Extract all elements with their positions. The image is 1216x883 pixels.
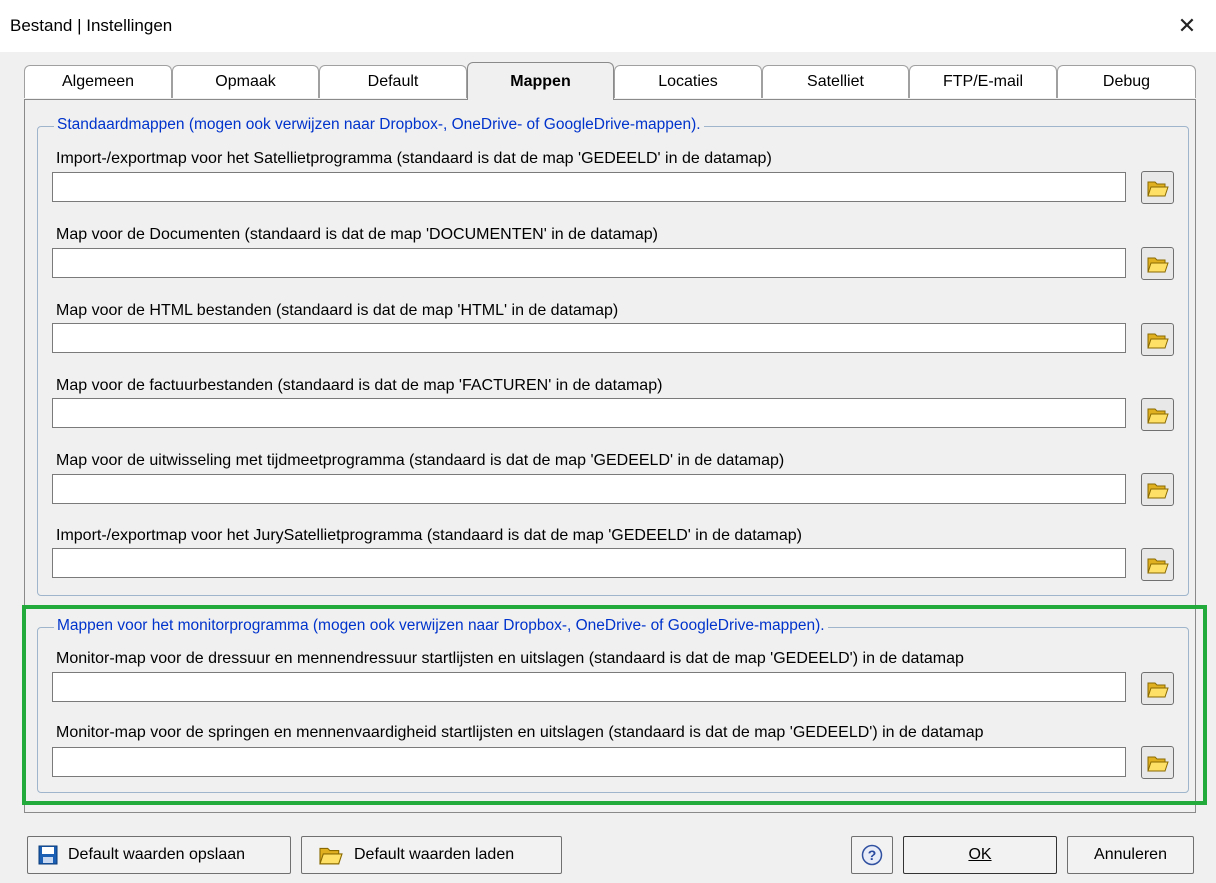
browse-jury-satellite-folder-button[interactable] xyxy=(1141,548,1174,581)
monitor-jumping-folder-input[interactable] xyxy=(52,747,1126,777)
cancel-label: Annuleren xyxy=(1094,846,1167,863)
tab-opmaak[interactable]: Opmaak xyxy=(172,65,319,98)
svg-text:?: ? xyxy=(868,847,877,863)
tab-locaties[interactable]: Locaties xyxy=(614,65,762,98)
field-label-invoices: Map voor de factuurbestanden (standaard … xyxy=(56,377,663,394)
documents-folder-input[interactable] xyxy=(52,248,1126,278)
folder-open-icon xyxy=(1146,679,1169,699)
browse-satellite-folder-button[interactable] xyxy=(1141,171,1174,204)
cancel-button[interactable]: Annuleren xyxy=(1067,836,1194,874)
folder-open-icon xyxy=(1146,405,1169,425)
ok-label: OK xyxy=(968,846,992,863)
field-label-monitor-jumping: Monitor-map voor de springen en mennenva… xyxy=(56,724,984,741)
invoices-folder-input[interactable] xyxy=(52,398,1126,428)
close-icon: ✕ xyxy=(1177,13,1197,38)
field-label-html: Map voor de HTML bestanden (standaard is… xyxy=(56,302,619,319)
tab-default[interactable]: Default xyxy=(319,65,467,98)
tab-satelliet[interactable]: Satelliet xyxy=(762,65,909,98)
tab-ftp-email[interactable]: FTP/E-mail xyxy=(909,65,1057,98)
folder-open-icon xyxy=(318,844,344,866)
tab-mappen[interactable]: Mappen xyxy=(467,62,614,100)
browse-monitor-dressage-folder-button[interactable] xyxy=(1141,672,1174,705)
floppy-disk-icon xyxy=(38,845,58,865)
tab-strip: Algemeen Opmaak Default Mappen Locaties … xyxy=(24,62,1196,100)
folder-open-icon xyxy=(1146,254,1169,274)
help-icon: ? xyxy=(861,844,883,866)
folder-open-icon xyxy=(1146,753,1169,773)
timing-folder-input[interactable] xyxy=(52,474,1126,504)
field-label-monitor-dressage: Monitor-map voor de dressuur en mennendr… xyxy=(56,650,964,667)
browse-documents-folder-button[interactable] xyxy=(1141,247,1174,280)
browse-invoices-folder-button[interactable] xyxy=(1141,398,1174,431)
folder-open-icon xyxy=(1146,555,1169,575)
satellite-folder-input[interactable] xyxy=(52,172,1126,202)
browse-monitor-jumping-folder-button[interactable] xyxy=(1141,746,1174,779)
help-button[interactable]: ? xyxy=(851,836,893,874)
folder-open-icon xyxy=(1146,330,1169,350)
tab-debug[interactable]: Debug xyxy=(1057,65,1196,98)
browse-timing-folder-button[interactable] xyxy=(1141,473,1174,506)
close-button[interactable]: ✕ xyxy=(1158,0,1216,52)
group-monitor-legend: Mappen voor het monitorprogramma (mogen … xyxy=(54,617,828,635)
field-label-timing: Map voor de uitwisseling met tijdmeetpro… xyxy=(56,452,785,469)
title-bar: Bestand | Instellingen ✕ xyxy=(0,0,1216,52)
tab-algemeen[interactable]: Algemeen xyxy=(24,65,172,98)
field-label-satellite: Import-/exportmap voor het Satellietprog… xyxy=(56,150,772,167)
ok-button[interactable]: OK xyxy=(903,836,1057,874)
window-title: Bestand | Instellingen xyxy=(10,16,173,35)
group-standard-legend: Standaardmappen (mogen ook verwijzen naa… xyxy=(54,116,704,134)
save-defaults-button[interactable]: Default waarden opslaan xyxy=(27,836,291,874)
browse-html-folder-button[interactable] xyxy=(1141,323,1174,356)
jury-satellite-folder-input[interactable] xyxy=(52,548,1126,578)
monitor-dressage-folder-input[interactable] xyxy=(52,672,1126,702)
field-label-documents: Map voor de Documenten (standaard is dat… xyxy=(56,226,658,243)
folder-open-icon xyxy=(1146,480,1169,500)
load-defaults-button[interactable]: Default waarden laden xyxy=(301,836,562,874)
field-label-jury-satellite: Import-/exportmap voor het JurySatelliet… xyxy=(56,527,803,544)
load-defaults-label: Default waarden laden xyxy=(354,846,515,863)
html-folder-input[interactable] xyxy=(52,323,1126,353)
save-defaults-label: Default waarden opslaan xyxy=(68,846,246,863)
folder-open-icon xyxy=(1146,178,1169,198)
